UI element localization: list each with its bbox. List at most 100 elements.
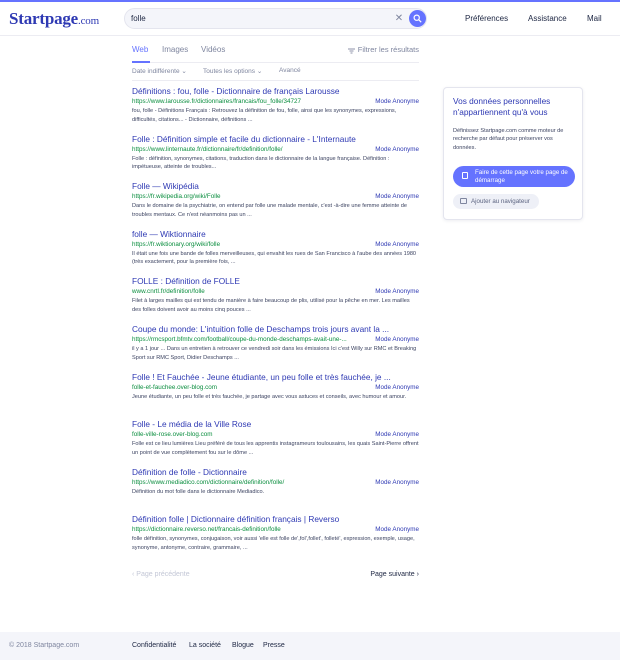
next-page-button[interactable]: Page suivante › bbox=[370, 571, 419, 578]
result-title[interactable]: Folle : Définition simple et facile du d… bbox=[132, 134, 419, 145]
date-filter[interactable]: Date indifférente ⌄ bbox=[132, 67, 187, 75]
search-input[interactable] bbox=[131, 11, 381, 26]
advanced-filter[interactable]: Avancé bbox=[279, 67, 301, 74]
anonymous-mode-link[interactable]: Mode Anonyme bbox=[375, 478, 419, 487]
result-url[interactable]: https://dictionnaire.reverso.net/francai… bbox=[132, 525, 357, 534]
result-url[interactable]: folle-et-fauchee.over-blog.com bbox=[132, 383, 357, 392]
result-url[interactable]: https://www.mediadico.com/dictionnaire/d… bbox=[132, 478, 357, 487]
result-description: Filet à larges mailles qui est tendu de … bbox=[132, 298, 410, 313]
filter-icon bbox=[347, 47, 355, 54]
filter-label: Filtrer les résultats bbox=[357, 45, 419, 54]
search-result: folle — Wiktionnaire https://fr.wiktionar… bbox=[132, 229, 419, 277]
result-description: Dans le domaine de la psychiatrie, on en… bbox=[132, 203, 408, 218]
result-title[interactable]: Folle ! Et Fauchée - Jeune étudiante, un… bbox=[132, 372, 419, 383]
search-bar: ✕ bbox=[124, 8, 427, 29]
home-page-icon bbox=[462, 172, 468, 179]
privacy-card: Vos données personnelles n'appartiennent… bbox=[443, 87, 583, 220]
privacy-card-title: Vos données personnelles n'appartiennent… bbox=[453, 96, 551, 117]
result-url[interactable]: https://www.linternaute.fr/dictionnaire/… bbox=[132, 145, 357, 154]
anonymous-mode-link[interactable]: Mode Anonyme bbox=[375, 192, 419, 201]
anonymous-mode-link[interactable]: Mode Anonyme bbox=[375, 383, 419, 392]
anonymous-mode-link[interactable]: Mode Anonyme bbox=[375, 335, 419, 344]
logo-domain: .com bbox=[78, 15, 99, 27]
previous-page-button: ‹ Page précédente bbox=[132, 571, 190, 578]
search-result: Folle ! Et Fauchée - Jeune étudiante, un… bbox=[132, 372, 419, 420]
search-result: Folle - Le média de la Ville Rose folle-v… bbox=[132, 419, 419, 467]
result-title[interactable]: Définitions : fou, folle - Dictionnaire … bbox=[132, 86, 419, 97]
result-title[interactable]: folle — Wiktionnaire bbox=[132, 229, 419, 240]
preferences-link[interactable]: Préférences bbox=[465, 14, 508, 23]
add-to-browser-label: Ajouter au navigateur bbox=[471, 198, 530, 205]
header: Startpage.com ✕ Préférences Assistance M… bbox=[0, 2, 620, 36]
browser-icon bbox=[460, 198, 467, 204]
search-result: Folle : Définition simple et facile du d… bbox=[132, 134, 419, 182]
tab-images[interactable]: Images bbox=[162, 45, 188, 54]
search-icon bbox=[413, 14, 422, 23]
search-result: Coupe du monde: L'intuition folle de Des… bbox=[132, 324, 419, 372]
footer-company-link[interactable]: La société bbox=[189, 642, 221, 649]
result-description: Folle : définition, synonymes, citations… bbox=[132, 155, 390, 171]
search-result: Définition folle | Dictionnaire définiti… bbox=[132, 514, 419, 562]
tab-active-indicator bbox=[132, 61, 150, 63]
result-description: il y a 1 jour ... Dans un entretien à re… bbox=[132, 345, 417, 361]
date-filter-label: Date indifférente bbox=[132, 68, 180, 75]
result-url[interactable]: www.cnrtl.fr/definition/folle bbox=[132, 287, 357, 296]
chevron-right-icon: › bbox=[416, 571, 419, 578]
footer-press-link[interactable]: Presse bbox=[263, 642, 285, 649]
support-link[interactable]: Assistance bbox=[528, 14, 567, 23]
startpage-logo[interactable]: Startpage.com bbox=[9, 9, 99, 29]
result-title[interactable]: FOLLE : Définition de FOLLE bbox=[132, 276, 419, 287]
mail-link[interactable]: Mail bbox=[587, 14, 602, 23]
search-tabs: Web Images Vidéos Filtrer les résultats bbox=[132, 45, 419, 63]
filter-results-button[interactable]: Filtrer les résultats bbox=[347, 45, 419, 54]
footer-privacy-link[interactable]: Confidentialité bbox=[132, 642, 176, 649]
result-description: Jeune étudiante, un peu folle et très fa… bbox=[132, 393, 407, 400]
tab-videos[interactable]: Vidéos bbox=[201, 45, 225, 54]
anonymous-mode-link[interactable]: Mode Anonyme bbox=[375, 430, 419, 439]
tab-web[interactable]: Web bbox=[132, 45, 148, 54]
footer-blog-link[interactable]: Blogue bbox=[232, 642, 254, 649]
result-title[interactable]: Définition folle | Dictionnaire définiti… bbox=[132, 514, 419, 525]
next-page-label: Page suivante bbox=[370, 571, 415, 578]
search-result: Définitions : fou, folle - Dictionnaire … bbox=[132, 86, 419, 134]
search-result: Définition de folle - Dictionnaire https:… bbox=[132, 467, 419, 515]
result-title[interactable]: Folle — Wikipédia bbox=[132, 181, 419, 192]
set-homepage-label: Faire de cette page votre page de démarr… bbox=[475, 169, 568, 184]
anonymous-mode-link[interactable]: Mode Anonyme bbox=[375, 525, 419, 534]
search-result: Folle — Wikipédia https://fr.wikipedia.or… bbox=[132, 181, 419, 229]
search-button[interactable] bbox=[409, 10, 426, 27]
result-description: Il était une fois une bande de folles me… bbox=[132, 250, 417, 266]
anonymous-mode-link[interactable]: Mode Anonyme bbox=[375, 240, 419, 249]
result-title[interactable]: Définition de folle - Dictionnaire bbox=[132, 467, 419, 478]
subfilters: Date indifférente ⌄ Toutes les options ⌄… bbox=[132, 67, 419, 81]
result-description: Folle est ce lieu lumières Lieu préféré … bbox=[132, 441, 419, 456]
search-result: FOLLE : Définition de FOLLE www.cnrtl.fr/… bbox=[132, 276, 419, 324]
clear-icon[interactable]: ✕ bbox=[393, 12, 405, 25]
chevron-left-icon: ‹ bbox=[132, 571, 135, 578]
chevron-down-icon: ⌄ bbox=[256, 68, 263, 75]
options-filter-label: Toutes les options bbox=[203, 68, 256, 75]
result-url[interactable]: folle-ville-rose.over-blog.com bbox=[132, 430, 357, 439]
result-url[interactable]: https://fr.wiktionary.org/wiki/folle bbox=[132, 240, 357, 249]
pagination: ‹ Page précédente Page suivante › bbox=[132, 571, 419, 583]
result-url[interactable]: https://www.larousse.fr/dictionnaires/fr… bbox=[132, 97, 357, 106]
footer: © 2018 Startpage.com Confidentialité La … bbox=[0, 632, 620, 660]
result-description: folle définition, synonymes, conjugaison… bbox=[132, 536, 415, 551]
result-url[interactable]: https://rmcsport.bfmtv.com/football/coup… bbox=[132, 335, 357, 344]
options-filter[interactable]: Toutes les options ⌄ bbox=[203, 67, 262, 75]
chevron-down-icon: ⌄ bbox=[181, 68, 187, 75]
copyright-text: © 2018 Startpage.com bbox=[9, 642, 80, 649]
add-to-browser-button[interactable]: Ajouter au navigateur bbox=[453, 194, 539, 209]
results-list: Définitions : fou, folle - Dictionnaire … bbox=[132, 86, 419, 562]
previous-page-label: Page précédente bbox=[136, 571, 190, 578]
result-title[interactable]: Coupe du monde: L'intuition folle de Des… bbox=[132, 324, 419, 335]
set-homepage-button[interactable]: Faire de cette page votre page de démarr… bbox=[453, 166, 575, 187]
result-title[interactable]: Folle - Le média de la Ville Rose bbox=[132, 419, 419, 430]
result-description: Définition du mot folle dans le dictionn… bbox=[132, 488, 265, 495]
anonymous-mode-link[interactable]: Mode Anonyme bbox=[375, 287, 419, 296]
anonymous-mode-link[interactable]: Mode Anonyme bbox=[375, 97, 419, 106]
anonymous-mode-link[interactable]: Mode Anonyme bbox=[375, 145, 419, 154]
result-description: fou, folle - Définitions Français : Retr… bbox=[132, 108, 397, 123]
result-url[interactable]: https://fr.wikipedia.org/wiki/Folle bbox=[132, 192, 357, 201]
privacy-card-text: Définissez Startpage.com comme moteur de… bbox=[453, 128, 564, 151]
